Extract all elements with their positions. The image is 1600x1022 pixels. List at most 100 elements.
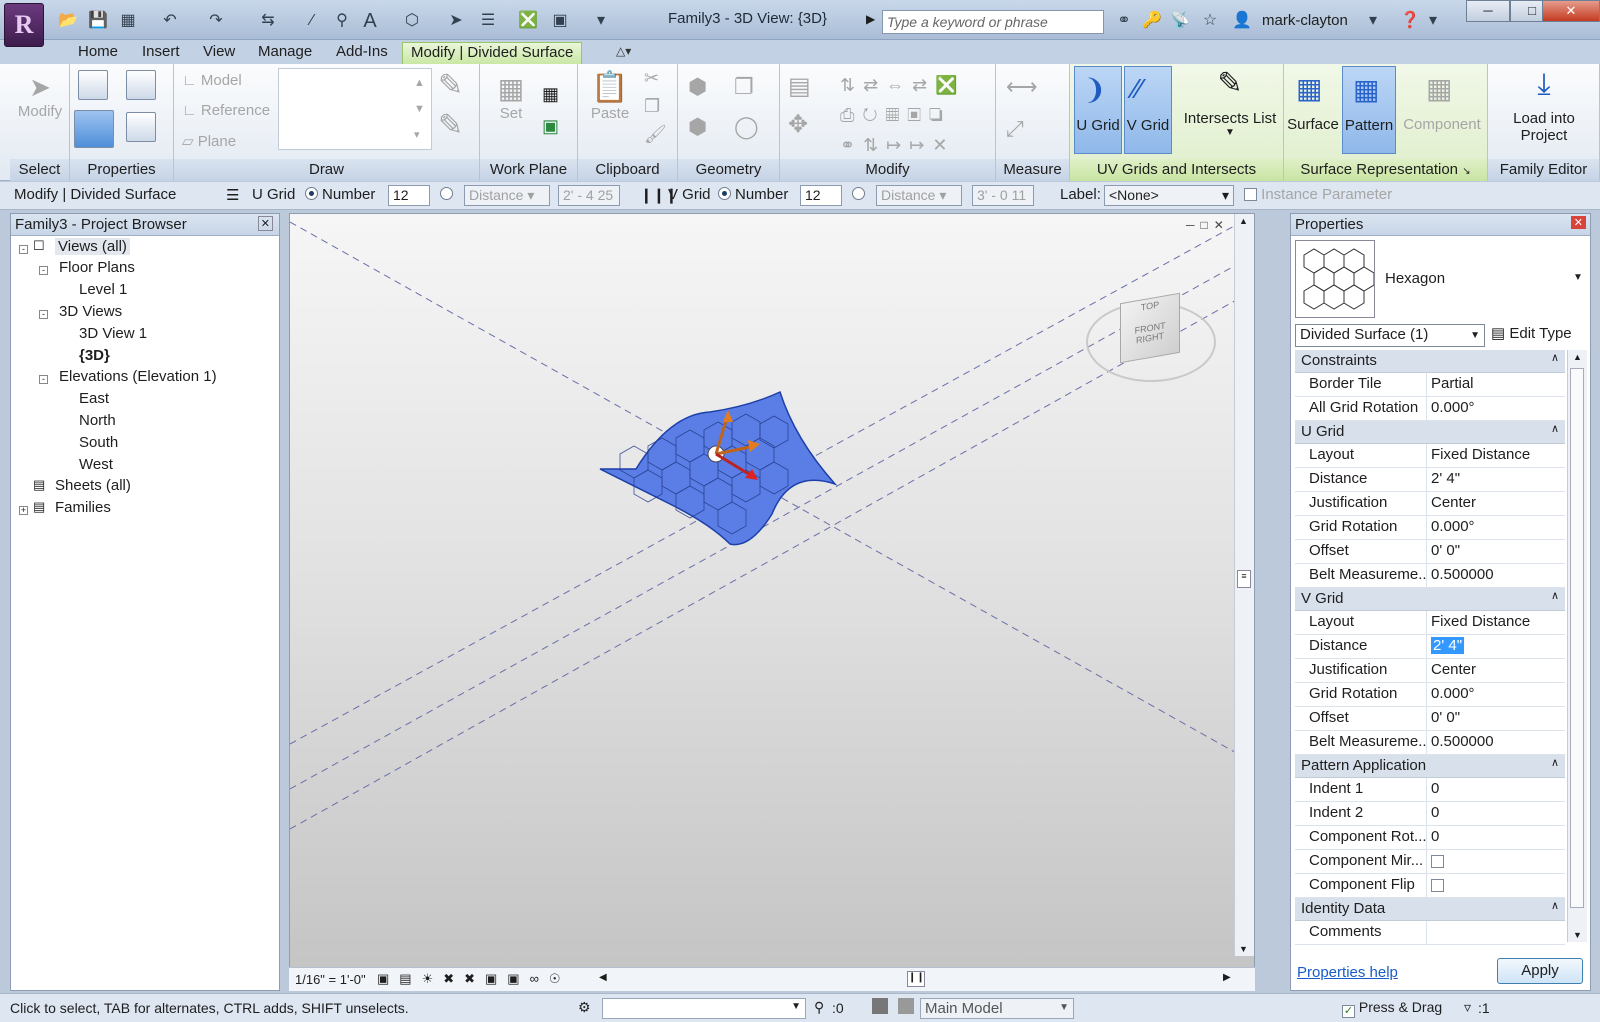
- paste-button[interactable]: 📋 Paste: [582, 70, 638, 122]
- measure-icon[interactable]: ⇆: [256, 10, 280, 32]
- move-icon[interactable]: ✥: [788, 110, 808, 139]
- u-number-input[interactable]: 12: [388, 185, 430, 206]
- design-options-icon[interactable]: [898, 998, 914, 1014]
- collapse-icon[interactable]: -: [19, 245, 28, 254]
- help-icon[interactable]: ❓: [1398, 10, 1422, 32]
- property-value[interactable]: 0.000°: [1431, 518, 1475, 535]
- tree-item-floor-plans[interactable]: Floor Plans: [59, 259, 135, 276]
- type-name[interactable]: Hexagon: [1385, 270, 1445, 287]
- type-dropdown-icon[interactable]: ▼: [1573, 272, 1583, 283]
- scroll-thumb-icon[interactable]: ≡: [1237, 570, 1251, 588]
- close-icon[interactable]: ✕: [1570, 216, 1586, 229]
- checkbox-icon[interactable]: [1431, 879, 1444, 892]
- property-group-vgrid[interactable]: V Grid ∧: [1295, 588, 1565, 611]
- scroll-up-icon[interactable]: ▲: [1573, 352, 1582, 362]
- property-row-u-layout[interactable]: Layout Fixed Distance: [1295, 444, 1565, 468]
- close-icon[interactable]: ✕: [257, 216, 273, 231]
- type-properties-icon[interactable]: [126, 112, 156, 142]
- design-option-select[interactable]: Main Model ▼: [920, 998, 1074, 1019]
- property-row-comp-flip[interactable]: Component Flip: [1295, 874, 1565, 898]
- property-row-u-rot[interactable]: Grid Rotation 0.000°: [1295, 516, 1565, 540]
- property-row-v-belt[interactable]: Belt Measureme... 0.500000: [1295, 731, 1565, 755]
- property-row-u-dist[interactable]: Distance 2' 4": [1295, 468, 1565, 492]
- set-work-plane-button[interactable]: ▦ Set: [486, 72, 536, 122]
- v-number-radio[interactable]: Number: [718, 186, 788, 203]
- default-3d-view-icon[interactable]: ⬡: [400, 10, 424, 32]
- press-drag-checkbox[interactable]: ✓ Press & Drag: [1342, 999, 1442, 1018]
- property-group-pattern[interactable]: Pattern Application ∧: [1295, 755, 1565, 778]
- property-value[interactable]: 0' 0": [1431, 542, 1460, 559]
- property-row-border-tile[interactable]: Border Tile Partial: [1295, 373, 1565, 397]
- tree-item-3d-view-1[interactable]: 3D View 1: [79, 325, 147, 342]
- v-distance-select[interactable]: Distance ▾: [876, 185, 962, 206]
- ribbon-minimize-icon[interactable]: △▾: [616, 44, 631, 58]
- collapse-group-icon[interactable]: ∧: [1551, 899, 1559, 912]
- pick-faces-icon[interactable]: ✎: [438, 108, 463, 143]
- checkbox-icon[interactable]: [1431, 855, 1444, 868]
- workset-select[interactable]: ▼: [602, 998, 806, 1019]
- v-distance-radio[interactable]: [852, 186, 869, 203]
- v-grid-button[interactable]: ⁄⁄ V Grid: [1124, 66, 1172, 154]
- scroll-thumb[interactable]: [1570, 368, 1584, 908]
- property-row-u-belt[interactable]: Belt Measureme... 0.500000: [1295, 564, 1565, 588]
- properties-help-link[interactable]: Properties help: [1297, 964, 1398, 981]
- tab-home[interactable]: Home: [78, 43, 118, 60]
- u-distance-select[interactable]: Distance ▾: [464, 185, 550, 206]
- minimize-button[interactable]: ─: [1466, 0, 1510, 22]
- property-value[interactable]: Center: [1431, 494, 1476, 511]
- open-icon[interactable]: 📂: [56, 10, 80, 32]
- u-distance-input[interactable]: 2' - 4 25: [558, 185, 620, 206]
- tree-item-east[interactable]: East: [79, 390, 109, 407]
- instance-filter-select[interactable]: Divided Surface (1) ▼: [1295, 324, 1485, 347]
- thin-lines-icon[interactable]: ☰: [476, 10, 500, 32]
- scroll-down-icon[interactable]: ▼: [1573, 930, 1582, 940]
- tab-insert[interactable]: Insert: [142, 43, 180, 60]
- property-row-comments[interactable]: Comments: [1295, 921, 1565, 945]
- property-value[interactable]: 0.000°: [1431, 399, 1475, 416]
- dialog-launcher-icon[interactable]: ↘: [1462, 166, 1470, 177]
- user-dropdown-icon[interactable]: ▾: [1364, 10, 1382, 32]
- undo-icon[interactable]: ↶: [158, 10, 182, 32]
- paint-icon[interactable]: ◯: [734, 114, 759, 140]
- v-number-input[interactable]: 12: [800, 185, 842, 206]
- viewcube[interactable]: TOP FRONT RIGHT: [1120, 292, 1180, 364]
- u-number-radio[interactable]: Number: [305, 186, 375, 203]
- measure-distance-icon[interactable]: ⟷: [1006, 74, 1038, 100]
- viewer-icon[interactable]: ▣: [542, 116, 559, 137]
- apply-button[interactable]: Apply: [1497, 958, 1583, 984]
- collapse-icon[interactable]: -: [39, 310, 48, 319]
- view-scale[interactable]: 1/16" = 1'-0": [295, 972, 366, 987]
- property-value[interactable]: Fixed Distance: [1431, 446, 1530, 463]
- v-distance-input[interactable]: 3' - 0 11: [972, 185, 1034, 206]
- tab-view[interactable]: View: [203, 43, 235, 60]
- tree-item-level-1[interactable]: Level 1: [79, 281, 127, 298]
- help-dropdown-icon[interactable]: ▾: [1424, 10, 1442, 32]
- collapse-icon[interactable]: -: [39, 375, 48, 384]
- property-row-v-just[interactable]: Justification Center: [1295, 659, 1565, 683]
- property-value[interactable]: 0.000°: [1431, 685, 1475, 702]
- collapse-group-icon[interactable]: ∧: [1551, 351, 1559, 364]
- property-row-u-off[interactable]: Offset 0' 0": [1295, 540, 1565, 564]
- property-row-v-off[interactable]: Offset 0' 0": [1295, 707, 1565, 731]
- view-window-controls[interactable]: ─□✕: [1186, 218, 1230, 232]
- filter-icon[interactable]: ▿: [1464, 999, 1471, 1016]
- tree-item-north[interactable]: North: [79, 412, 116, 429]
- selection-filter-icon[interactable]: ⚲: [814, 999, 824, 1016]
- property-value[interactable]: 0: [1431, 780, 1439, 797]
- property-group-identity[interactable]: Identity Data ∧: [1295, 898, 1565, 921]
- application-menu-button[interactable]: R: [4, 3, 44, 47]
- redo-icon[interactable]: ↷: [204, 10, 228, 32]
- property-value[interactable]: Fixed Distance: [1431, 613, 1530, 630]
- tree-item-3d-active[interactable]: {3D}: [79, 347, 110, 364]
- instance-parameter-checkbox[interactable]: Instance Parameter: [1244, 186, 1392, 203]
- tab-add-ins[interactable]: Add-Ins: [336, 43, 388, 60]
- pattern-button[interactable]: ▦ Pattern: [1342, 66, 1396, 154]
- label-select[interactable]: <None> ▾: [1104, 185, 1234, 206]
- tree-item-views-all[interactable]: Views (all): [55, 238, 130, 255]
- tab-modify-divided-surface[interactable]: Modify | Divided Surface: [402, 42, 583, 65]
- scroll-right-icon[interactable]: ▶: [1223, 972, 1231, 983]
- property-row-v-layout[interactable]: Layout Fixed Distance: [1295, 611, 1565, 635]
- text-icon[interactable]: A: [358, 10, 382, 32]
- property-value[interactable]: 0: [1431, 828, 1439, 845]
- properties-palette-icon[interactable]: [74, 110, 114, 148]
